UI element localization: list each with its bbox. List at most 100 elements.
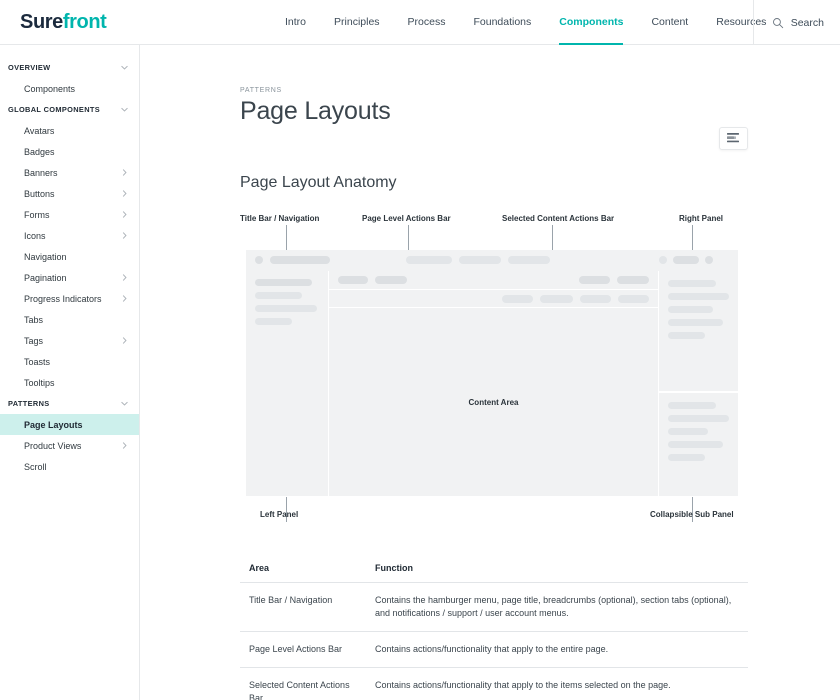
wireframe-right-row (668, 280, 716, 287)
sidebar-item-badges[interactable]: Badges (0, 141, 139, 162)
wireframe: Content Area (246, 250, 738, 496)
sidebar-item-icons[interactable]: Icons (0, 225, 139, 246)
diagram-label-right-panel: Right Panel (679, 214, 724, 223)
table-header-function: Function (366, 554, 748, 583)
sidebar-item-avatars[interactable]: Avatars (0, 120, 139, 141)
wireframe-sub-row (668, 402, 716, 409)
chevron-right-icon (122, 190, 127, 197)
sidebar-item-label: Avatars (24, 125, 55, 136)
wireframe-page-actions-bar (329, 271, 658, 290)
sidebar-navigation: OVERVIEW Components GLOBAL COMPONENTS Avata… (0, 45, 140, 700)
sidebar-item-tags[interactable]: Tags (0, 330, 139, 351)
anatomy-table: Area Function Title Bar / Navigation Cont… (240, 554, 748, 700)
wireframe-left-panel (246, 271, 329, 496)
chevron-right-icon (122, 442, 127, 449)
brand-logo-part1: Sure (20, 10, 63, 33)
wireframe-action-pill (579, 276, 610, 284)
wireframe-collapsible-sub-panel (659, 393, 738, 496)
breadcrumb: PATTERNS (240, 87, 282, 94)
wireframe-right-row (668, 319, 723, 326)
sidebar-section-label: OVERVIEW (8, 63, 51, 72)
sidebar-item-product-views[interactable]: Product Views (0, 435, 139, 456)
chevron-down-icon (121, 65, 128, 70)
sidebar-item-label: Buttons (24, 188, 55, 199)
wireframe-sub-row (668, 441, 723, 448)
sidebar-item-tabs[interactable]: Tabs (0, 309, 139, 330)
nav-item-principles[interactable]: Principles (334, 0, 380, 45)
text-align-left-icon (727, 133, 739, 143)
nav-item-foundations[interactable]: Foundations (473, 0, 531, 45)
sidebar-item-forms[interactable]: Forms (0, 204, 139, 225)
main-content: PATTERNS Page Layouts Page Layout Anatom… (140, 45, 840, 700)
chevron-down-icon (121, 107, 128, 112)
wireframe-selected-pill (502, 294, 533, 303)
wireframe-columns: Content Area (246, 271, 738, 496)
sidebar-item-toasts[interactable]: Toasts (0, 351, 139, 372)
content-area-label: Content Area (468, 397, 519, 407)
sidebar-item-components[interactable]: Components (0, 78, 139, 99)
wireframe-left-row (255, 279, 312, 286)
page-layout-anatomy-diagram: Title Bar / Navigation Page Level Action… (240, 214, 748, 526)
table-cell-area: Page Level Actions Bar (240, 631, 366, 669)
wireframe-right-row (668, 332, 705, 339)
wireframe-left-row (255, 292, 302, 299)
wireframe-notification-dot (659, 256, 667, 264)
nav-item-components[interactable]: Components (559, 0, 624, 45)
wireframe-hamburger-dot (255, 256, 263, 264)
wireframe-support-dot (705, 256, 713, 264)
nav-item-intro[interactable]: Intro (285, 0, 306, 45)
sidebar-item-label: Scroll (24, 461, 47, 472)
sidebar-item-banners[interactable]: Banners (0, 162, 139, 183)
sidebar-item-label: Components (24, 83, 76, 94)
nav-item-content[interactable]: Content (651, 0, 688, 45)
sidebar-item-label: Badges (24, 146, 55, 157)
chevron-right-icon (122, 232, 127, 239)
sidebar-item-buttons[interactable]: Buttons (0, 183, 139, 204)
sidebar-item-tooltips[interactable]: Tooltips (0, 372, 139, 393)
sidebar-item-label: Navigation (24, 251, 67, 262)
sidebar-item-progress-indicators[interactable]: Progress Indicators (0, 288, 139, 309)
sidebar-item-page-layouts[interactable]: Page Layouts (0, 414, 139, 435)
connector-line-title-bar (286, 225, 287, 252)
wireframe-action-pill (338, 276, 368, 284)
diagram-label-page-actions: Page Level Actions Bar (362, 214, 451, 223)
nav-item-process[interactable]: Process (408, 0, 446, 45)
brand-logo[interactable]: Surefront (20, 10, 107, 34)
diagram-label-selected-actions: Selected Content Actions Bar (502, 214, 615, 223)
wireframe-selected-pill (618, 294, 649, 303)
table-row: Selected Content Actions Bar Contains act… (240, 667, 748, 700)
sidebar-item-scroll[interactable]: Scroll (0, 456, 139, 477)
chevron-down-icon (121, 401, 128, 406)
text-align-button[interactable] (719, 127, 748, 150)
diagram-label-left-panel: Left Panel (260, 510, 299, 519)
table-header-row: Area Function (240, 554, 748, 583)
sidebar-section-overview[interactable]: OVERVIEW (0, 57, 139, 78)
page-title: Page Layouts (240, 97, 391, 125)
table-row: Page Level Actions Bar Contains actions/f… (240, 631, 748, 669)
sidebar-section-global-components[interactable]: GLOBAL COMPONENTS (0, 99, 139, 120)
search-button[interactable]: Search (752, 0, 824, 45)
primary-navigation: Intro Principles Process Foundations Compone… (285, 0, 766, 45)
chevron-right-icon (122, 295, 127, 302)
sidebar-item-pagination[interactable]: Pagination (0, 267, 139, 288)
sidebar-item-label: Forms (24, 209, 50, 220)
sidebar-section-label: GLOBAL COMPONENTS (8, 105, 101, 114)
table-cell-area: Selected Content Actions Bar (240, 667, 366, 700)
sidebar-item-navigation[interactable]: Navigation (0, 246, 139, 267)
sidebar-section-label: PATTERNS (8, 399, 50, 408)
chevron-right-icon (122, 169, 127, 176)
section-title: Page Layout Anatomy (240, 174, 397, 191)
wireframe-selected-pill (580, 294, 611, 303)
search-label: Search (790, 16, 824, 29)
sidebar-item-label: Tabs (24, 314, 44, 325)
chevron-right-icon (122, 211, 127, 218)
wireframe-sub-row (668, 428, 708, 435)
wireframe-title-bar (246, 250, 738, 270)
sidebar-item-label: Pagination (24, 272, 67, 283)
top-bar: Surefront Intro Principles Process Foundati… (0, 0, 840, 45)
chevron-right-icon (122, 337, 127, 344)
table-cell-function: Contains actions/functionality that appl… (366, 667, 748, 700)
table-row: Title Bar / Navigation Contains the hambu… (240, 582, 748, 633)
sidebar-section-patterns[interactable]: PATTERNS (0, 393, 139, 414)
sidebar-item-label: Product Views (24, 440, 82, 451)
